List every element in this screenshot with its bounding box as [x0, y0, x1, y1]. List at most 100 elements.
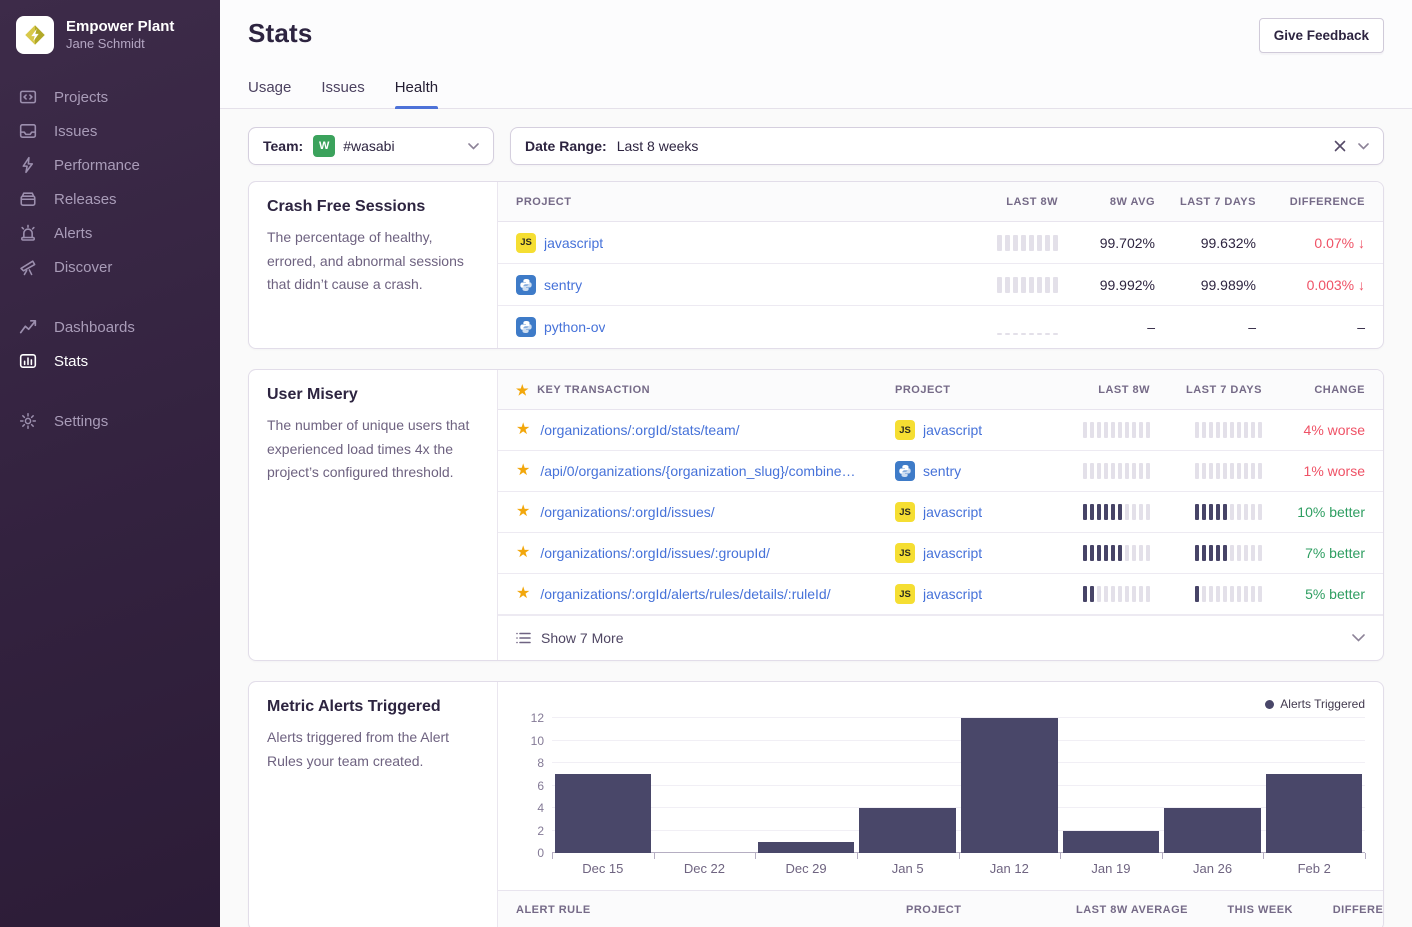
project-link[interactable]: sentry [923, 463, 961, 479]
tab-issues[interactable]: Issues [321, 79, 364, 108]
star-icon[interactable]: ★ [516, 504, 530, 520]
difference-value: 0.07% ↓ [1256, 235, 1365, 251]
date-range-value: Last 8 weeks [617, 138, 699, 154]
chart-bar[interactable] [758, 842, 855, 853]
chart-bars [552, 718, 1365, 853]
crash-free-sessions-info: Crash Free Sessions The percentage of he… [249, 182, 498, 348]
project-link[interactable]: python-ov [544, 319, 605, 335]
chart-legend: Alerts Triggered [516, 696, 1365, 712]
clear-date-icon[interactable] [1334, 140, 1346, 152]
project-cell: JSjavascript [895, 420, 1055, 440]
transaction-link[interactable]: /organizations/:orgId/stats/team/ [540, 422, 739, 438]
sidebar-item-alerts[interactable]: Alerts [0, 216, 220, 250]
project-cell: JSjavascript [516, 233, 938, 253]
column-header-last-8w: Last 8W [1055, 384, 1150, 396]
sidebar-item-releases[interactable]: Releases [0, 182, 220, 216]
chart-bar-slot [959, 718, 1061, 853]
sparkline-cell [1055, 463, 1150, 479]
sparkline-cell [1055, 545, 1150, 561]
javascript-platform-icon: JS [895, 584, 915, 604]
column-header-project: Project [516, 196, 938, 208]
transaction-link[interactable]: /api/0/organizations/{organization_slug}… [540, 463, 855, 479]
sidebar-item-projects[interactable]: Projects [0, 80, 220, 114]
sidebar-item-discover[interactable]: Discover [0, 250, 220, 284]
chart-bar[interactable] [555, 774, 652, 853]
sparkline-cell [1150, 463, 1262, 479]
key-transaction-cell: ★ /organizations/:orgId/stats/team/ [516, 422, 895, 438]
x-axis-tick [1263, 853, 1264, 859]
date-range-selector[interactable]: Date Range: Last 8 weeks [510, 127, 1384, 165]
project-link[interactable]: javascript [544, 235, 603, 251]
star-icon[interactable]: ★ [516, 422, 530, 438]
column-header-difference: Difference [1293, 904, 1384, 916]
chevron-down-icon [468, 143, 479, 150]
tab-health[interactable]: Health [395, 79, 438, 108]
star-icon[interactable]: ★ [516, 463, 530, 479]
sparkline-cell [1150, 422, 1262, 438]
transaction-link[interactable]: /organizations/:orgId/issues/ [540, 504, 714, 520]
tab-usage[interactable]: Usage [248, 79, 291, 108]
settings-icon [18, 411, 38, 431]
chart-bar[interactable] [1164, 808, 1261, 853]
key-transaction-cell: ★ /api/0/organizations/{organization_slug… [516, 463, 895, 479]
dashboards-icon [18, 317, 38, 337]
app-root: Empower Plant Jane Schmidt Projects Issue… [0, 0, 1412, 927]
legend-dot-icon [1265, 700, 1274, 709]
team-label: Team: [263, 138, 303, 154]
sidebar-item-label: Issues [54, 123, 97, 140]
star-icon[interactable]: ★ [516, 586, 530, 602]
crash-free-table-body: JSjavascript99.702%99.632%0.07% ↓sentry9… [498, 222, 1383, 348]
alerts-icon [18, 223, 38, 243]
user-misery-description: The number of unique users that experien… [267, 414, 479, 485]
transaction-link[interactable]: /organizations/:orgId/alerts/rules/detai… [540, 586, 830, 602]
project-link[interactable]: javascript [923, 586, 982, 602]
chart-bar[interactable] [1063, 831, 1160, 854]
sidebar-item-settings[interactable]: Settings [0, 404, 220, 438]
sidebar-item-label: Discover [54, 259, 112, 276]
sidebar-item-dashboards[interactable]: Dashboards [0, 310, 220, 344]
chart-bar[interactable] [859, 808, 956, 853]
org-switcher[interactable]: Empower Plant Jane Schmidt [0, 16, 220, 54]
table-row: ★ /organizations/:orgId/stats/team/JSjava… [498, 410, 1383, 451]
transaction-link[interactable]: /organizations/:orgId/issues/:groupId/ [540, 545, 770, 561]
project-link[interactable]: javascript [923, 504, 982, 520]
org-logo-icon [16, 16, 54, 54]
sidebar-nav-group: Settings [0, 404, 220, 438]
project-link[interactable]: javascript [923, 422, 982, 438]
python-platform-icon [895, 461, 915, 481]
change-value: 4% worse [1262, 422, 1365, 438]
python-platform-icon [516, 275, 536, 295]
sidebar-item-label: Stats [54, 353, 88, 370]
sidebar-item-stats[interactable]: Stats [0, 344, 220, 378]
sidebar-item-performance[interactable]: Performance [0, 148, 220, 182]
chevron-down-icon[interactable] [1352, 634, 1365, 642]
project-link[interactable]: sentry [544, 277, 582, 293]
chart-bar-slot [1060, 718, 1162, 853]
metric-alerts-title: Metric Alerts Triggered [267, 698, 479, 716]
sidebar-nav-group: Projects Issues Performance Releases Alerts D… [0, 80, 220, 284]
table-row: JSjavascript99.702%99.632%0.07% ↓ [498, 222, 1383, 264]
change-value: 7% better [1262, 545, 1365, 561]
give-feedback-button[interactable]: Give Feedback [1259, 18, 1384, 53]
team-selector[interactable]: Team: W #wasabi [248, 127, 494, 165]
x-axis-label: Jan 12 [959, 861, 1061, 876]
chart-bar[interactable] [1266, 774, 1363, 853]
chart-bar-slot [552, 718, 654, 853]
column-header-last-7-days: Last 7 Days [1155, 196, 1256, 208]
project-link[interactable]: javascript [923, 545, 982, 561]
crash-free-sessions-title: Crash Free Sessions [267, 198, 479, 216]
sidebar-item-label: Releases [54, 191, 117, 208]
sparkline-cell [938, 235, 1058, 251]
chart-bar[interactable] [961, 718, 1058, 853]
column-header-key-transaction: ★ Key Transaction [516, 383, 895, 397]
project-cell: JS javascript [895, 584, 1055, 604]
chart-bar-slot [857, 718, 959, 853]
show-more-row[interactable]: Show 7 More [498, 615, 1383, 660]
star-icon[interactable]: ★ [516, 545, 530, 561]
sparkline-last-7-days [1150, 504, 1262, 520]
sparkline-cell [1150, 586, 1262, 602]
sidebar-item-issues[interactable]: Issues [0, 114, 220, 148]
x-axis-label: Dec 22 [654, 861, 756, 876]
key-transaction-cell: ★ /organizations/:orgId/issues/:groupId/ [516, 545, 895, 561]
page-body: Team: W #wasabi Date Range: Last 8 weeks [220, 109, 1412, 927]
